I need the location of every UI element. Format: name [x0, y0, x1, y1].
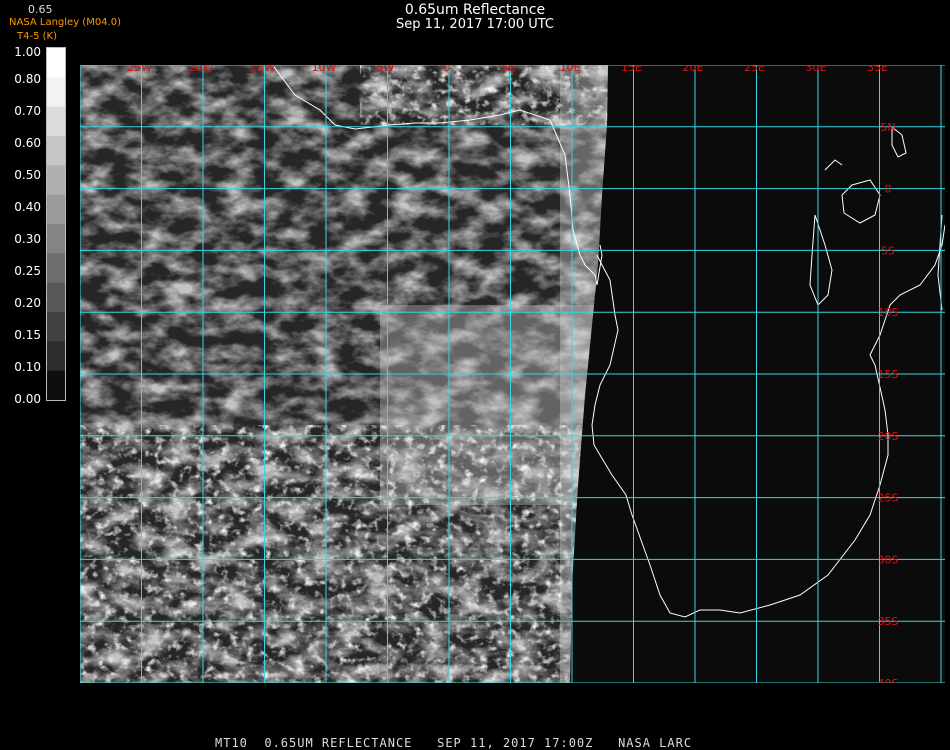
longitude-label: 15E [621, 65, 642, 74]
color-scale-label: 0.20 [14, 296, 41, 310]
latitude-label: 40S [878, 677, 899, 683]
color-scale-label: 0.25 [14, 264, 41, 278]
footer-datetime: SEP 11, 2017 17:00Z [437, 736, 594, 750]
color-scale-label: 1.00 [14, 45, 41, 59]
longitude-label: 30E [806, 65, 827, 74]
color-scale-swatch [47, 253, 65, 284]
units-label: T4-5 (K) [17, 31, 57, 42]
color-scale-label: 0.30 [14, 232, 41, 246]
longitude-label: 20W [189, 65, 214, 74]
color-scale-swatch [47, 48, 65, 78]
latitude-label: 0 [885, 183, 892, 196]
latitude-label: 30S [878, 553, 899, 566]
color-scale-label: 0.15 [14, 328, 41, 342]
longitude-label: 10W [312, 65, 337, 74]
satellite-map: 25W 20W 15W 10W 5W 0 5E 10E 15E 20E 25E 30E 35E 5N 0 5… [80, 65, 945, 683]
longitude-label: 35E [867, 65, 888, 74]
longitude-label: 25W [127, 65, 152, 74]
color-scale-swatches [47, 48, 65, 401]
color-scale-label: 0.40 [14, 200, 41, 214]
longitude-label: 5W [377, 65, 395, 74]
longitude-label: 20E [683, 65, 704, 74]
color-scale-label: 0.80 [14, 72, 41, 86]
color-scale-swatch [47, 136, 65, 166]
color-scale-swatch [47, 165, 65, 196]
image-title: 0.65um Reflectance [404, 2, 546, 18]
color-scale-swatch [47, 224, 65, 254]
longitude-label: 10E [560, 65, 581, 74]
footer-product: MT10 [215, 736, 248, 750]
credit-label: NASA Langley (M04.0) [9, 17, 121, 28]
color-scale-swatch [47, 312, 65, 342]
color-scale-label: 0.10 [14, 360, 41, 374]
color-scale-label: 0.60 [14, 136, 41, 150]
latitude-label: 5S [881, 244, 895, 257]
color-scale-bar [46, 47, 66, 401]
latitude-label: 5N [880, 121, 895, 134]
longitude-label: 15W [250, 65, 275, 74]
longitude-label: 25E [744, 65, 765, 74]
longitude-label: 0 [444, 65, 451, 74]
color-scale-swatch [47, 194, 65, 225]
color-scale-label: 0.70 [14, 104, 41, 118]
footer-source: NASA LARC [618, 736, 693, 750]
latitude-label: 25S [878, 492, 899, 505]
color-scale-label: 0.50 [14, 168, 41, 182]
footer-channel: 0.65UM REFLECTANCE [264, 736, 413, 750]
latitude-label: 35S [878, 615, 899, 628]
latitude-label: 20S [878, 430, 899, 443]
longitude-label: 5E [502, 65, 516, 74]
color-scale-swatch [47, 282, 65, 313]
color-scale-swatch [47, 370, 65, 401]
color-scale-label: 0.00 [14, 392, 41, 406]
color-scale-swatch [47, 341, 65, 372]
color-scale-swatch [47, 106, 65, 137]
color-scale-swatch [47, 77, 65, 108]
latitude-label: 10S [878, 306, 899, 319]
footer-caption: MT10 0.65UM REFLECTANCE SEP 11, 2017 17:… [215, 736, 692, 750]
image-timestamp: Sep 11, 2017 17:00 UTC [395, 17, 555, 32]
latitude-label: 15S [878, 368, 899, 381]
scale-top-label: 0.65 [28, 3, 53, 16]
